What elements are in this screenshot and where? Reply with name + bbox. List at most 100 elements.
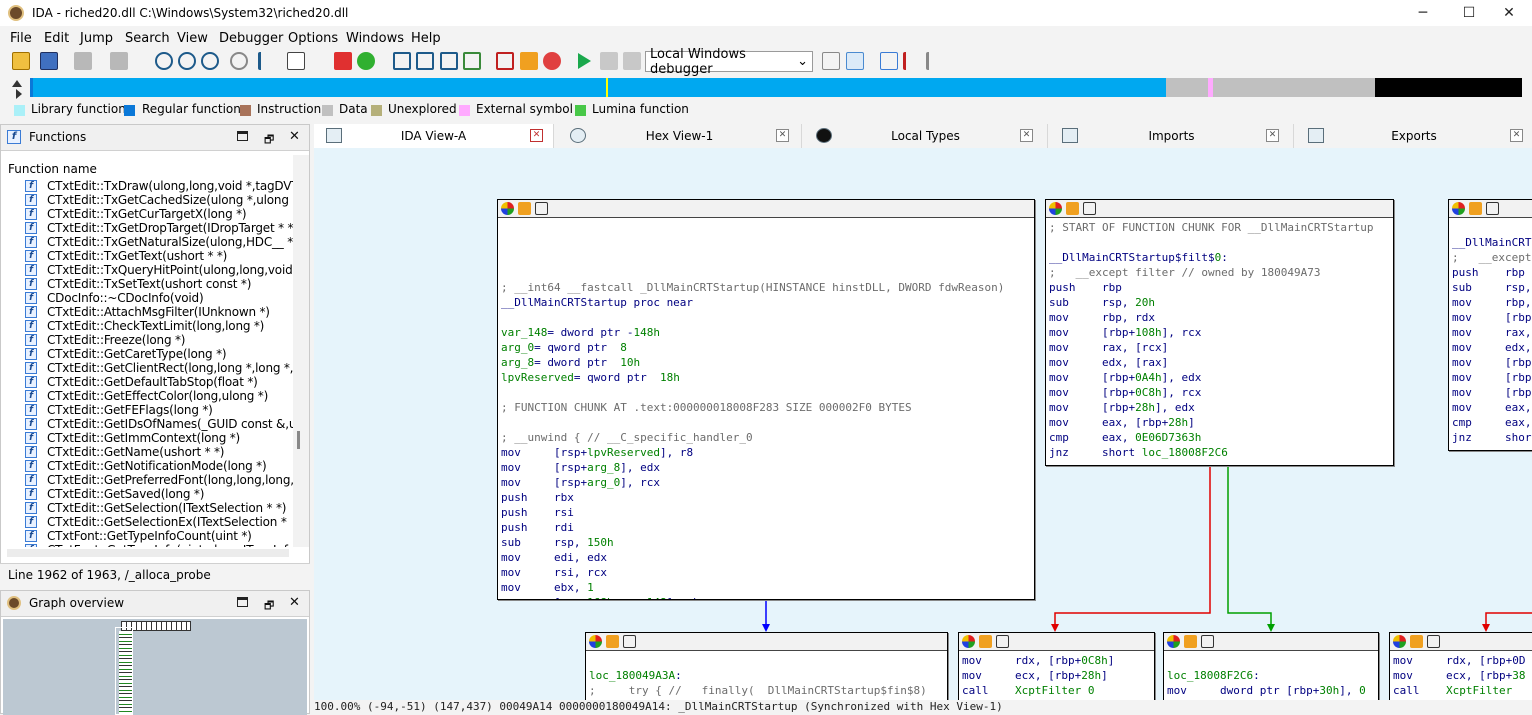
menu-edit[interactable]: Edit bbox=[44, 31, 69, 46]
close-window-button[interactable]: ✕ bbox=[1486, 0, 1532, 26]
node-code[interactable]: ; __int64 __fastcall _DllMainCRTStartup(… bbox=[498, 218, 1034, 599]
code-icon[interactable] bbox=[393, 52, 411, 70]
code-line[interactable]: mov eax, [rbp+28h] bbox=[1049, 415, 1390, 430]
forward-arrow-icon[interactable] bbox=[110, 52, 128, 70]
panel-float-icon[interactable]: 🗗 bbox=[264, 131, 274, 150]
segment-icon[interactable] bbox=[155, 52, 173, 70]
node-color-icon[interactable] bbox=[1167, 635, 1180, 648]
node-collapse-icon[interactable] bbox=[996, 635, 1009, 648]
function-row[interactable]: f CTxtEdit::GetClientRect(long,long *,lon… bbox=[25, 361, 293, 375]
node-code[interactable]: loc_180049A3A:; try { // finally( DllMai… bbox=[586, 651, 947, 700]
code-line[interactable]: loc_180049A3A: bbox=[589, 668, 944, 683]
undefine-icon[interactable] bbox=[496, 52, 514, 70]
code-line[interactable] bbox=[1452, 220, 1532, 235]
node-rename-icon[interactable] bbox=[1066, 202, 1079, 215]
code-line[interactable] bbox=[501, 265, 1031, 280]
code-line[interactable] bbox=[1167, 653, 1375, 668]
function-row[interactable]: f CTxtEdit::TxSetText(ushort const *) bbox=[25, 277, 293, 291]
code-line[interactable]: sub rsp, 20h bbox=[1049, 295, 1390, 310]
function-row[interactable]: f CTxtEdit::GetImmContext(long *) bbox=[25, 431, 293, 445]
code-line[interactable]: mov rbp, rdx bbox=[1049, 310, 1390, 325]
code-line[interactable]: __DllMainCRTStartup$filt$0: bbox=[1049, 250, 1390, 265]
code-line[interactable]: arg_8= dword ptr 10h bbox=[501, 355, 1031, 370]
code-line[interactable] bbox=[501, 250, 1031, 265]
code-line[interactable]: mov [rbp+108h], rcx bbox=[1049, 325, 1390, 340]
node-collapse-icon[interactable] bbox=[1486, 202, 1499, 215]
menu-debugger[interactable]: Debugger bbox=[219, 31, 283, 46]
function-row[interactable]: f CTxtEdit::TxDraw(ulong,long,void *,tagD… bbox=[25, 179, 293, 193]
graph-node-dllmain[interactable]: ; __int64 __fastcall _DllMainCRTStartup(… bbox=[497, 199, 1035, 600]
navigation-strip[interactable] bbox=[30, 78, 1522, 97]
breakpoint-list-icon[interactable] bbox=[903, 52, 921, 70]
code-line[interactable]: mov rsi, rcx bbox=[501, 565, 1031, 580]
code-line[interactable]: mov ebx, 1 bbox=[501, 580, 1031, 595]
code-line[interactable]: push rbp bbox=[1049, 280, 1390, 295]
node-rename-icon[interactable] bbox=[606, 635, 619, 648]
code-line[interactable]: jnz short loc_18008F2C6 bbox=[1049, 445, 1390, 460]
code-line[interactable]: mov [rsp+168h+var_148], ebx bbox=[501, 595, 1031, 599]
code-line[interactable] bbox=[501, 415, 1031, 430]
function-row[interactable]: f CTxtEdit::CheckTextLimit(long,long *) bbox=[25, 319, 293, 333]
tab-close-icon[interactable]: ✕ bbox=[1020, 129, 1033, 142]
function-row[interactable]: f CTxtEdit::GetName(ushort * *) bbox=[25, 445, 293, 459]
code-line[interactable]: mov [rsp+arg_8], edx bbox=[501, 460, 1031, 475]
function-row[interactable]: f CTxtEdit::GetIDsOfNames(_GUID const &,u bbox=[25, 417, 293, 431]
code-line[interactable] bbox=[589, 653, 944, 668]
function-row[interactable]: f CTxtEdit::GetSaved(long *) bbox=[25, 487, 293, 501]
function-row[interactable]: f CTxtEdit::TxGetText(ushort * *) bbox=[25, 249, 293, 263]
code-line[interactable]: mov [rbp+28h], edx bbox=[1049, 400, 1390, 415]
code-line[interactable]: ; __except filter // owned by 180049A73 bbox=[1049, 265, 1390, 280]
node-collapse-icon[interactable] bbox=[1427, 635, 1440, 648]
function-row[interactable]: f CTxtFont::GetTypeInfo(uint,ulong,ITypeI… bbox=[25, 543, 293, 547]
menu-options[interactable]: Options bbox=[288, 31, 338, 46]
node-color-icon[interactable] bbox=[1049, 202, 1062, 215]
function-row[interactable]: f CTxtEdit::TxGetCurTargetX(long *) bbox=[25, 207, 293, 221]
code-line[interactable]: cmp eax, 0E06D7363h bbox=[1049, 430, 1390, 445]
code-line[interactable]: mov rax, bbox=[1452, 325, 1532, 340]
globe-icon[interactable] bbox=[357, 52, 375, 70]
node-code[interactable]: loc_18008F2C6: mov dword ptr [rbp+30h], 0 bbox=[1164, 651, 1378, 700]
back-arrow-icon[interactable] bbox=[74, 52, 92, 70]
menu-jump[interactable]: Jump bbox=[80, 31, 113, 46]
function-row[interactable]: f CTxtEdit::AttachMsgFilter(IUnknown *) bbox=[25, 305, 293, 319]
code-line[interactable]: call XcptFilter 0 bbox=[962, 683, 1151, 698]
struct-icon[interactable] bbox=[440, 52, 458, 70]
function-row[interactable]: f CTxtEdit::TxGetCachedSize(ulong *,ulong bbox=[25, 193, 293, 207]
menu-windows[interactable]: Windows bbox=[346, 31, 404, 46]
code-line[interactable]: mov [rbp bbox=[1452, 385, 1532, 400]
function-row[interactable]: f CTxtEdit::GetPreferredFont(long,long,lo… bbox=[25, 473, 293, 487]
node-code[interactable]: mov rdx, [rbp+0C8h] mov ecx, [rbp+28h] cal… bbox=[959, 651, 1154, 700]
node-color-icon[interactable] bbox=[501, 202, 514, 215]
overview-restore-icon[interactable] bbox=[237, 597, 248, 607]
code-line[interactable]: mov [rbp bbox=[1452, 355, 1532, 370]
nav-up-arrow-icon[interactable] bbox=[12, 80, 22, 87]
function-row[interactable]: f CTxtFont::GetTypeInfoCount(uint *) bbox=[25, 529, 293, 543]
code-line[interactable]: __DllMainCRT bbox=[1452, 235, 1532, 250]
tab-close-icon[interactable]: ✕ bbox=[1266, 129, 1279, 142]
node-collapse-icon[interactable] bbox=[535, 202, 548, 215]
overview-close-icon[interactable]: ✕ bbox=[289, 595, 300, 610]
function-row[interactable]: f CTxtEdit::TxGetDropTarget(IDropTarget *… bbox=[25, 221, 293, 235]
code-line[interactable]: ; START OF FUNCTION CHUNK FOR __DllMainC… bbox=[1049, 220, 1390, 235]
code-line[interactable] bbox=[1049, 235, 1390, 250]
code-line[interactable]: ; FUNCTION CHUNK AT .text:000000018008F2… bbox=[501, 400, 1031, 415]
pause-icon[interactable] bbox=[600, 52, 618, 70]
tab-hex-view-1[interactable]: Hex View-1 ✕ bbox=[558, 124, 802, 148]
code-line[interactable]: sub rsp, bbox=[1452, 280, 1532, 295]
code-line[interactable]: mov rax, [rcx] bbox=[1049, 340, 1390, 355]
code-line[interactable] bbox=[501, 385, 1031, 400]
node-rename-icon[interactable] bbox=[979, 635, 992, 648]
node-code[interactable]: ; START OF FUNCTION CHUNK FOR __DllMainC… bbox=[1046, 218, 1393, 462]
code-line[interactable]: mov [rbp+0C8h], rcx bbox=[1049, 385, 1390, 400]
ida-graph-view[interactable]: ; __int64 __fastcall _DllMainCRTStartup(… bbox=[314, 148, 1532, 712]
rename-pen-icon[interactable] bbox=[520, 52, 538, 70]
text-a-icon[interactable] bbox=[287, 52, 305, 70]
code-line[interactable]: mov eax, bbox=[1452, 400, 1532, 415]
code-line[interactable]: var_148= dword ptr -148h bbox=[501, 325, 1031, 340]
tab-exports[interactable]: Exports ✕ bbox=[1296, 124, 1532, 148]
menu-view[interactable]: View bbox=[177, 31, 208, 46]
code-line[interactable]: push rsi bbox=[501, 505, 1031, 520]
code-line[interactable]: push rdi bbox=[501, 520, 1031, 535]
code-line[interactable]: mov edx, bbox=[1452, 340, 1532, 355]
menu-file[interactable]: File bbox=[10, 31, 32, 46]
